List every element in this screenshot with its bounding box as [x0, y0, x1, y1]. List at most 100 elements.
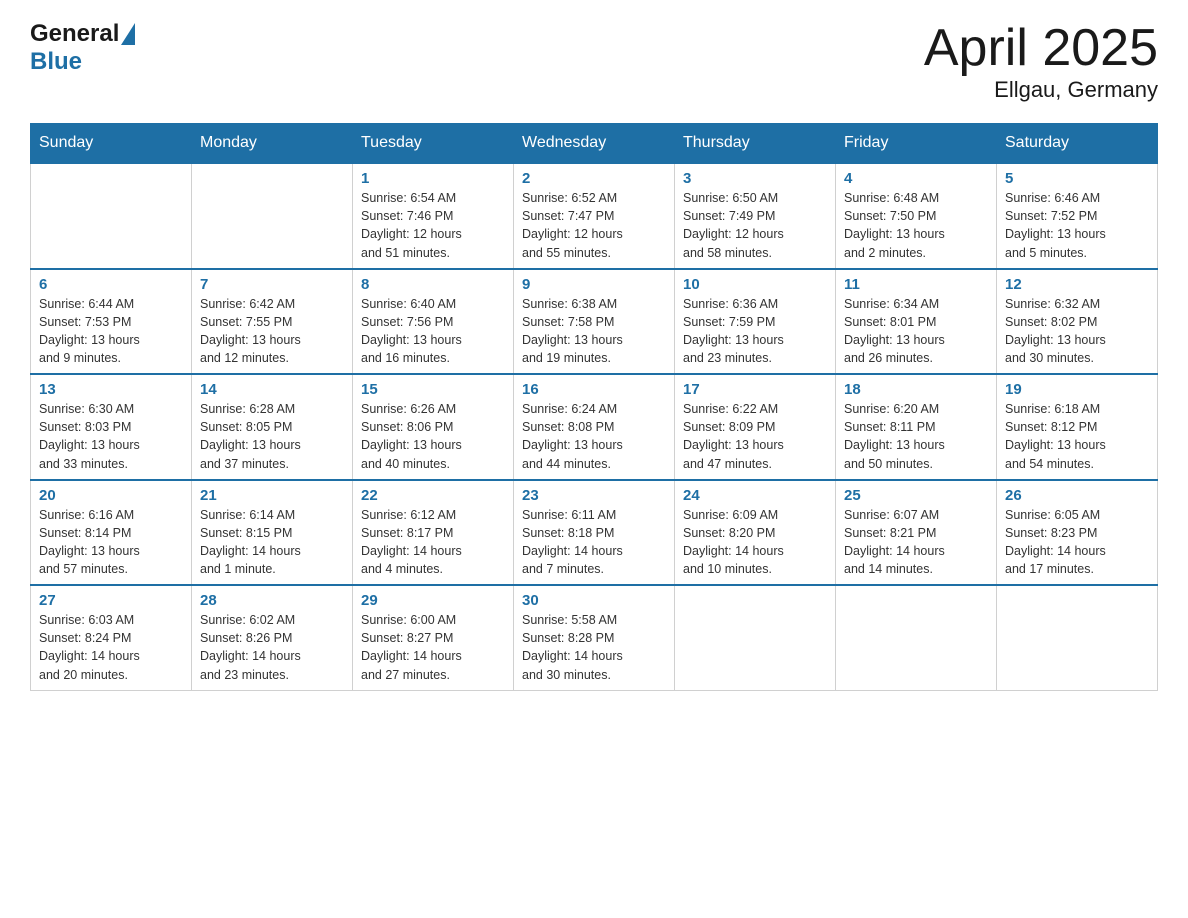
weekday-header-row: SundayMondayTuesdayWednesdayThursdayFrid… [31, 124, 1158, 164]
day-info: Sunrise: 6:34 AM Sunset: 8:01 PM Dayligh… [844, 295, 988, 368]
calendar-cell: 16 Sunrise: 6:24 AM Sunset: 8:08 PM Dayli… [514, 374, 675, 480]
calendar-table: SundayMondayTuesdayWednesdayThursdayFrid… [30, 123, 1158, 691]
week-row-2: 6 Sunrise: 6:44 AM Sunset: 7:53 PM Daylig… [31, 269, 1158, 375]
calendar-cell: 7 Sunrise: 6:42 AM Sunset: 7:55 PM Daylig… [192, 269, 353, 375]
calendar-cell: 12 Sunrise: 6:32 AM Sunset: 8:02 PM Dayli… [997, 269, 1158, 375]
day-info: Sunrise: 6:48 AM Sunset: 7:50 PM Dayligh… [844, 189, 988, 262]
day-number: 24 [683, 487, 827, 504]
calendar-cell: 6 Sunrise: 6:44 AM Sunset: 7:53 PM Daylig… [31, 269, 192, 375]
day-info: Sunrise: 6:38 AM Sunset: 7:58 PM Dayligh… [522, 295, 666, 368]
logo-blue-text: Blue [30, 48, 82, 76]
day-number: 29 [361, 592, 505, 609]
day-info: Sunrise: 6:14 AM Sunset: 8:15 PM Dayligh… [200, 506, 344, 579]
month-title: April 2025 [924, 20, 1158, 77]
day-info: Sunrise: 5:58 AM Sunset: 8:28 PM Dayligh… [522, 611, 666, 684]
title-block: April 2025 Ellgau, Germany [924, 20, 1158, 103]
calendar-cell: 9 Sunrise: 6:38 AM Sunset: 7:58 PM Daylig… [514, 269, 675, 375]
weekday-header-wednesday: Wednesday [514, 124, 675, 164]
day-number: 5 [1005, 170, 1149, 187]
day-info: Sunrise: 6:50 AM Sunset: 7:49 PM Dayligh… [683, 189, 827, 262]
day-info: Sunrise: 6:26 AM Sunset: 8:06 PM Dayligh… [361, 400, 505, 473]
calendar-cell: 21 Sunrise: 6:14 AM Sunset: 8:15 PM Dayli… [192, 480, 353, 586]
calendar-cell [31, 163, 192, 269]
calendar-cell: 1 Sunrise: 6:54 AM Sunset: 7:46 PM Daylig… [353, 163, 514, 269]
day-number: 15 [361, 381, 505, 398]
calendar-cell: 27Sunrise: 6:03 AM Sunset: 8:24 PM Dayli… [31, 585, 192, 690]
day-number: 4 [844, 170, 988, 187]
day-info: Sunrise: 6:36 AM Sunset: 7:59 PM Dayligh… [683, 295, 827, 368]
logo: General Blue [30, 20, 137, 76]
weekday-header-friday: Friday [836, 124, 997, 164]
calendar-cell: 13Sunrise: 6:30 AM Sunset: 8:03 PM Dayli… [31, 374, 192, 480]
calendar-cell: 4 Sunrise: 6:48 AM Sunset: 7:50 PM Daylig… [836, 163, 997, 269]
calendar-cell: 14Sunrise: 6:28 AM Sunset: 8:05 PM Dayli… [192, 374, 353, 480]
weekday-header-tuesday: Tuesday [353, 124, 514, 164]
day-number: 19 [1005, 381, 1149, 398]
day-info: Sunrise: 6:24 AM Sunset: 8:08 PM Dayligh… [522, 400, 666, 473]
day-number: 26 [1005, 487, 1149, 504]
day-info: Sunrise: 6:52 AM Sunset: 7:47 PM Dayligh… [522, 189, 666, 262]
day-number: 27 [39, 592, 183, 609]
day-info: Sunrise: 6:22 AM Sunset: 8:09 PM Dayligh… [683, 400, 827, 473]
weekday-header-thursday: Thursday [675, 124, 836, 164]
week-row-4: 20 Sunrise: 6:16 AM Sunset: 8:14 PM Dayli… [31, 480, 1158, 586]
day-number: 21 [200, 487, 344, 504]
calendar-cell: 20 Sunrise: 6:16 AM Sunset: 8:14 PM Dayli… [31, 480, 192, 586]
calendar-cell: 10 Sunrise: 6:36 AM Sunset: 7:59 PM Dayli… [675, 269, 836, 375]
day-info: Sunrise: 6:11 AM Sunset: 8:18 PM Dayligh… [522, 506, 666, 579]
calendar-cell: 30 Sunrise: 5:58 AM Sunset: 8:28 PM Dayli… [514, 585, 675, 690]
day-info: Sunrise: 6:46 AM Sunset: 7:52 PM Dayligh… [1005, 189, 1149, 262]
calendar-cell: 23 Sunrise: 6:11 AM Sunset: 8:18 PM Dayli… [514, 480, 675, 586]
day-info: Sunrise: 6:02 AM Sunset: 8:26 PM Dayligh… [200, 611, 344, 684]
calendar-cell: 25Sunrise: 6:07 AM Sunset: 8:21 PM Dayli… [836, 480, 997, 586]
day-info: Sunrise: 6:40 AM Sunset: 7:56 PM Dayligh… [361, 295, 505, 368]
day-number: 28 [200, 592, 344, 609]
day-number: 14 [200, 381, 344, 398]
day-number: 10 [683, 276, 827, 293]
day-number: 20 [39, 487, 183, 504]
calendar-cell: 17Sunrise: 6:22 AM Sunset: 8:09 PM Dayli… [675, 374, 836, 480]
day-info: Sunrise: 6:00 AM Sunset: 8:27 PM Dayligh… [361, 611, 505, 684]
day-number: 3 [683, 170, 827, 187]
day-info: Sunrise: 6:32 AM Sunset: 8:02 PM Dayligh… [1005, 295, 1149, 368]
weekday-header-sunday: Sunday [31, 124, 192, 164]
calendar-cell: 3 Sunrise: 6:50 AM Sunset: 7:49 PM Daylig… [675, 163, 836, 269]
day-number: 6 [39, 276, 183, 293]
weekday-header-saturday: Saturday [997, 124, 1158, 164]
day-number: 2 [522, 170, 666, 187]
day-info: Sunrise: 6:42 AM Sunset: 7:55 PM Dayligh… [200, 295, 344, 368]
day-info: Sunrise: 6:16 AM Sunset: 8:14 PM Dayligh… [39, 506, 183, 579]
week-row-1: 1 Sunrise: 6:54 AM Sunset: 7:46 PM Daylig… [31, 163, 1158, 269]
calendar-cell: 15 Sunrise: 6:26 AM Sunset: 8:06 PM Dayli… [353, 374, 514, 480]
calendar-cell: 22Sunrise: 6:12 AM Sunset: 8:17 PM Dayli… [353, 480, 514, 586]
calendar-cell: 28 Sunrise: 6:02 AM Sunset: 8:26 PM Dayli… [192, 585, 353, 690]
day-info: Sunrise: 6:44 AM Sunset: 7:53 PM Dayligh… [39, 295, 183, 368]
day-info: Sunrise: 6:18 AM Sunset: 8:12 PM Dayligh… [1005, 400, 1149, 473]
weekday-header-monday: Monday [192, 124, 353, 164]
day-number: 13 [39, 381, 183, 398]
day-number: 9 [522, 276, 666, 293]
day-number: 12 [1005, 276, 1149, 293]
calendar-cell [997, 585, 1158, 690]
day-number: 25 [844, 487, 988, 504]
day-info: Sunrise: 6:09 AM Sunset: 8:20 PM Dayligh… [683, 506, 827, 579]
day-number: 8 [361, 276, 505, 293]
logo-general-text: General [30, 20, 119, 48]
calendar-cell: 18 Sunrise: 6:20 AM Sunset: 8:11 PM Dayli… [836, 374, 997, 480]
logo-triangle-icon [121, 23, 135, 45]
calendar-cell: 11 Sunrise: 6:34 AM Sunset: 8:01 PM Dayli… [836, 269, 997, 375]
day-number: 1 [361, 170, 505, 187]
day-number: 11 [844, 276, 988, 293]
calendar-cell [192, 163, 353, 269]
day-info: Sunrise: 6:54 AM Sunset: 7:46 PM Dayligh… [361, 189, 505, 262]
calendar-cell [836, 585, 997, 690]
day-info: Sunrise: 6:20 AM Sunset: 8:11 PM Dayligh… [844, 400, 988, 473]
day-number: 16 [522, 381, 666, 398]
day-number: 30 [522, 592, 666, 609]
calendar-cell: 5 Sunrise: 6:46 AM Sunset: 7:52 PM Daylig… [997, 163, 1158, 269]
day-number: 23 [522, 487, 666, 504]
calendar-cell: 26Sunrise: 6:05 AM Sunset: 8:23 PM Dayli… [997, 480, 1158, 586]
week-row-5: 27Sunrise: 6:03 AM Sunset: 8:24 PM Dayli… [31, 585, 1158, 690]
day-number: 18 [844, 381, 988, 398]
day-number: 7 [200, 276, 344, 293]
